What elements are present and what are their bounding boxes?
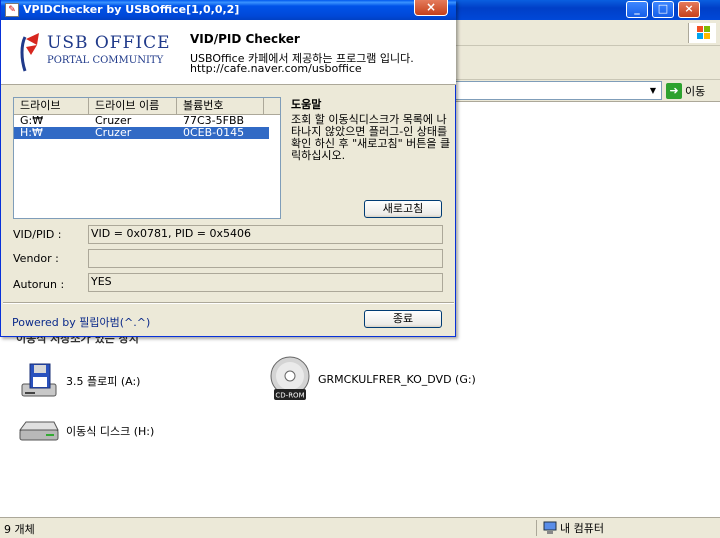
vpidchecker-dialog: ✎ VPIDChecker by USBOffice[1,0,0,2] × US…	[0, 0, 456, 337]
close-button[interactable]: ×	[678, 1, 700, 18]
app-url: http://cafe.naver.com/usboffice	[190, 62, 362, 75]
computer-icon	[543, 521, 557, 534]
refresh-button[interactable]: 새로고침	[364, 200, 442, 218]
cd-rom-badge: CD-ROM	[275, 392, 304, 400]
vidpid-label: VID/PID :	[13, 228, 62, 241]
autorun-label: Autorun :	[13, 278, 65, 291]
drive-list[interactable]: 드라이브 드라이브 이름 볼륨번호 G:₩ Cruzer 77C3-5FBB H…	[13, 97, 281, 219]
powered-by-text: Powered by 필립아범(^.^)	[12, 316, 151, 329]
usb-office-logo-icon	[20, 33, 39, 72]
dialog-header: USB OFFICE PORTAL COMMUNITY VID/PID Chec…	[1, 20, 456, 85]
minimize-button[interactable]: _	[626, 1, 648, 18]
status-location-label: 내 컴퓨터	[560, 522, 604, 535]
address-input[interactable]: ▼	[440, 81, 662, 100]
help-title: 도움말	[291, 98, 322, 111]
status-bar: 9 개체 내 컴퓨터	[0, 517, 720, 538]
status-count: 9 개체	[4, 523, 35, 536]
dropdown-arrow-icon[interactable]: ▼	[646, 82, 660, 99]
drive-item-floppy[interactable]: 3.5 플로피 (A:)	[16, 362, 140, 400]
autorun-field: YES	[88, 273, 443, 292]
status-location: 내 컴퓨터	[543, 520, 604, 536]
cd-rom-icon: CD-ROM	[270, 356, 310, 400]
list-item-selected[interactable]: H:₩ Cruzer 0CEB-0145	[14, 127, 269, 139]
floppy-drive-icon	[21, 363, 57, 397]
cell-drive-name: Cruzer	[95, 126, 132, 139]
vendor-field	[88, 249, 443, 268]
drive-label: 이동식 디스크 (H:)	[66, 425, 155, 438]
dialog-title: VPIDChecker by USBOffice[1,0,0,2]	[23, 3, 240, 16]
drive-label: GRMCKULFRER_KO_DVD (G:)	[318, 372, 476, 386]
drive-item-removable[interactable]: 이동식 디스크 (H:)	[16, 416, 154, 446]
list-header: 드라이브 드라이브 이름 볼륨번호	[14, 98, 280, 115]
dialog-titlebar[interactable]: ✎ VPIDChecker by USBOffice[1,0,0,2] ×	[1, 0, 456, 20]
column-header-drive-name[interactable]: 드라이브 이름	[89, 98, 177, 114]
app-icon: ✎	[5, 3, 19, 17]
usb-office-logo: USB OFFICE PORTAL COMMUNITY	[15, 31, 175, 77]
cell-drive: H:₩	[20, 126, 43, 139]
app-name: VID/PID Checker	[190, 32, 300, 46]
column-header-drive[interactable]: 드라이브	[14, 98, 89, 114]
go-button[interactable]: ➜ 이동	[666, 82, 705, 100]
vidpid-field: VID = 0x0781, PID = 0x5406	[88, 225, 443, 244]
help-text: 조회 할 이동식디스크가 목록에 나타나지 않았으면 플러그-인 상태를 확인 …	[291, 113, 451, 162]
logo-line1: USB OFFICE	[47, 33, 171, 53]
drive-label: 3.5 플로피 (A:)	[66, 375, 141, 388]
footer-divider	[3, 302, 454, 304]
vendor-label: Vendor :	[13, 252, 59, 265]
go-arrow-icon: ➜	[666, 83, 682, 99]
dialog-close-button[interactable]: ×	[414, 0, 448, 16]
cell-volume: 0CEB-0145	[183, 126, 245, 139]
status-separator	[536, 520, 537, 536]
go-button-label: 이동	[685, 85, 706, 98]
logo-line2: PORTAL COMMUNITY	[47, 55, 164, 66]
drive-item-cdrom[interactable]: CD-ROM GRMCKULFRER_KO_DVD (G:)	[268, 356, 476, 402]
column-header-volume[interactable]: 볼륨번호	[177, 98, 264, 114]
removable-disk-icon	[19, 421, 59, 441]
exit-button[interactable]: 종료	[364, 310, 442, 328]
maximize-button[interactable]: □	[652, 1, 674, 18]
windows-logo-icon	[688, 23, 716, 43]
